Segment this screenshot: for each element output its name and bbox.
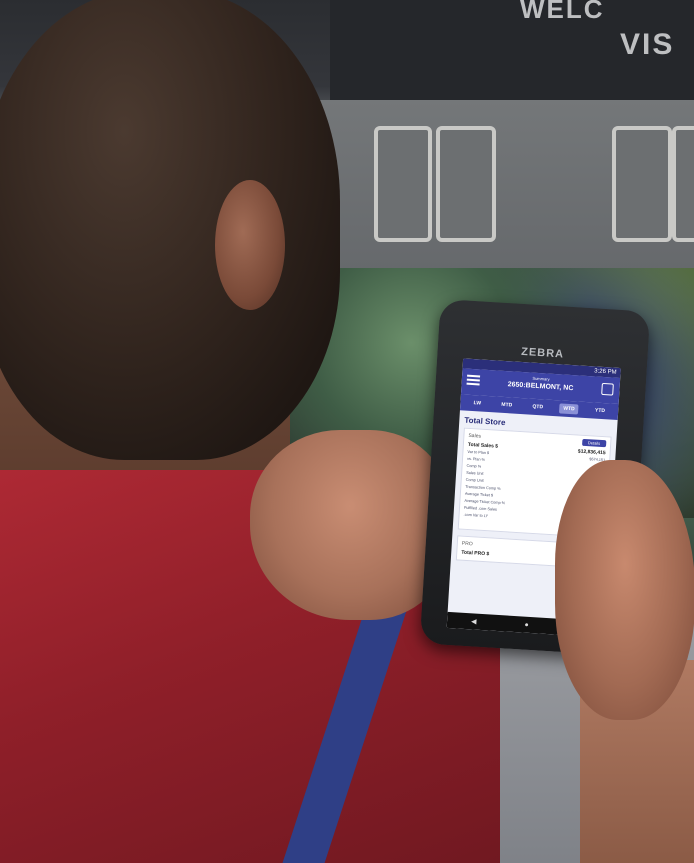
tab-ytd[interactable]: YTD	[591, 405, 610, 416]
store-sign: WELC VIS	[330, 0, 694, 100]
back-icon[interactable]: ◀	[471, 617, 477, 625]
left-hand	[250, 430, 450, 620]
sales-heading: Sales	[468, 432, 482, 440]
sales-details-button[interactable]: Details	[581, 438, 607, 448]
tab-mtd[interactable]: MTD	[497, 400, 516, 411]
metric-label: .com Var to LY	[463, 512, 489, 519]
barcode-scan-icon[interactable]	[601, 382, 614, 396]
store-wall	[300, 100, 694, 270]
right-hand	[555, 460, 694, 720]
metric-label: Total PRO $	[461, 549, 490, 558]
wall-panel	[374, 126, 432, 242]
wall-panel	[612, 126, 672, 242]
person-head	[0, 0, 340, 460]
tab-qtd[interactable]: QTD	[528, 401, 547, 412]
tab-lw[interactable]: LW	[469, 398, 485, 409]
sign-text-bottom: VIS	[620, 28, 675, 61]
wall-panel	[436, 126, 496, 242]
home-icon[interactable]: ●	[524, 621, 529, 628]
photo-scene: WELC VIS ZEBRA 3:26 PM Summary 2650:BELM…	[0, 0, 694, 863]
status-time: 3:26 PM	[594, 368, 617, 376]
wall-panel	[672, 126, 694, 242]
pro-heading: PRO	[461, 540, 473, 547]
tab-wtd[interactable]: WTD	[559, 403, 579, 415]
ear	[215, 180, 285, 310]
sign-text-top: WELC	[520, 0, 605, 24]
